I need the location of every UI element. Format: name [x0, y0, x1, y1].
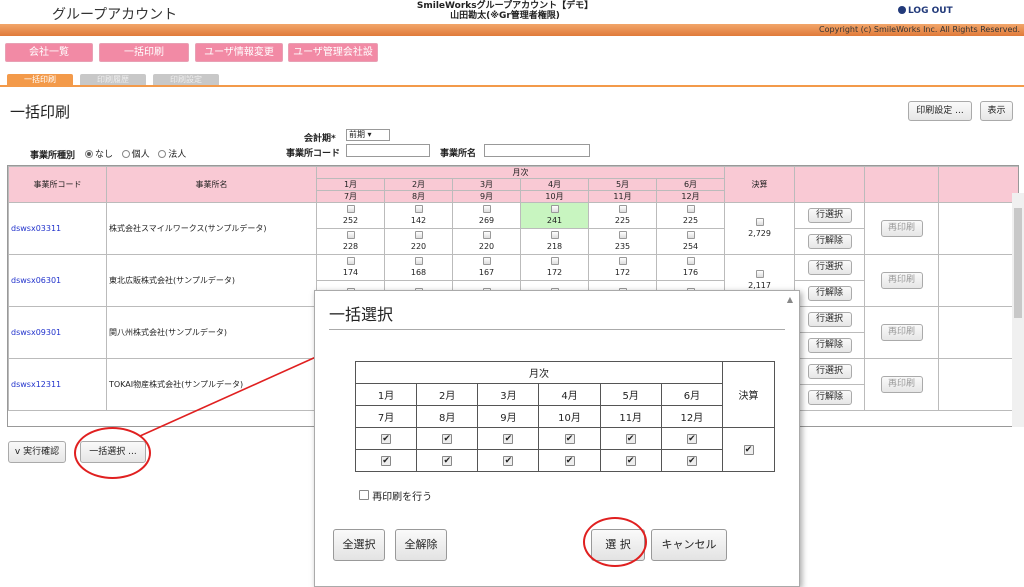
dialog-month-check-cell: ✔: [416, 449, 479, 472]
dialog-month: 5月: [599, 383, 662, 406]
dialog-month-checkbox[interactable]: ✔: [503, 434, 514, 444]
dialog-month-checkbox[interactable]: ✔: [381, 434, 392, 444]
dialog-month-checkbox[interactable]: ✔: [564, 456, 575, 466]
dialog-month: 8月: [416, 405, 479, 428]
dialog-month-check-cell: ✔: [477, 427, 540, 450]
dialog-month: 6月: [660, 383, 724, 406]
bulk-select-dialog: 一括選択 ▲ 月次 決算 1月 2月 3月 4月 5月 6月 7月 8月 9月 10月 11月 12…: [314, 290, 800, 587]
reprint-checkbox[interactable]: [359, 490, 369, 500]
dialog-month-check-cell: ✔: [416, 427, 479, 450]
dialog-month: 7月: [354, 405, 418, 428]
dialog-month-check-cell: ✔: [599, 427, 662, 450]
dialog-month-check-cell: ✔: [538, 449, 601, 472]
select-all-button[interactable]: 全選択: [333, 529, 385, 561]
dialog-month-checkbox[interactable]: ✔: [625, 456, 636, 466]
dialog-month-table: 月次 決算 1月 2月 3月 4月 5月 6月 7月 8月 9月 10月 11月 12月 ✔ ✔ ✔ ✔ ✔…: [354, 361, 775, 472]
dialog-month: 12月: [660, 405, 724, 428]
dialog-check-row-bottom: ✔ ✔ ✔ ✔ ✔ ✔: [354, 449, 775, 472]
dialog-month-checkbox[interactable]: ✔: [686, 434, 697, 444]
dialog-month-check-cell: ✔: [660, 449, 724, 472]
dialog-settle-check-cell: ✔: [722, 427, 775, 472]
dialog-month: 10月: [538, 405, 601, 428]
dialog-month-check-cell: ✔: [354, 427, 418, 450]
dialog-settle-checkbox[interactable]: ✔: [743, 445, 754, 455]
dialog-month-check-cell: ✔: [660, 427, 724, 450]
reprint-label: 再印刷を行う: [372, 492, 433, 503]
dialog-check-row-top: ✔ ✔ ✔ ✔ ✔ ✔ ✔: [354, 427, 775, 472]
dialog-month-checkbox[interactable]: ✔: [442, 434, 453, 444]
dialog-settle-header: 決算: [722, 361, 775, 428]
dialog-month-checkbox[interactable]: ✔: [564, 434, 575, 444]
dialog-month-checkbox[interactable]: ✔: [625, 434, 636, 444]
reprint-option[interactable]: 再印刷を行う: [359, 488, 432, 503]
dialog-monthly-header: 月次: [355, 361, 723, 384]
dialog-month: 9月: [477, 405, 540, 428]
cancel-button[interactable]: キャンセル: [651, 529, 727, 561]
dialog-scroll-up-icon[interactable]: ▲: [787, 295, 793, 304]
dialog-months-top: 1月 2月 3月 4月 5月 6月: [354, 383, 775, 406]
dialog-month-check-cell: ✔: [599, 449, 662, 472]
dialog-month: 2月: [416, 383, 479, 406]
dialog-month-check-cell: ✔: [354, 449, 418, 472]
dialog-months-bottom: 7月 8月 9月 10月 11月 12月: [354, 405, 775, 428]
clear-all-button[interactable]: 全解除: [395, 529, 447, 561]
dialog-divider: [329, 329, 785, 330]
dialog-month-check-cell: ✔: [538, 427, 601, 450]
dialog-month: 4月: [538, 383, 601, 406]
arrow-line: [139, 347, 337, 437]
dialog-month: 1月: [354, 383, 418, 406]
dialog-month-checkbox[interactable]: ✔: [381, 456, 392, 466]
dialog-month-checkbox[interactable]: ✔: [442, 456, 453, 466]
dialog-month-checkbox[interactable]: ✔: [686, 456, 697, 466]
dialog-month: 11月: [599, 405, 662, 428]
dialog-month-check-cell: ✔: [477, 449, 540, 472]
dialog-month: 3月: [477, 383, 540, 406]
dialog-month-checkbox[interactable]: ✔: [503, 456, 514, 466]
annotation-circle-select: [583, 517, 647, 567]
dialog-title: 一括選択: [329, 305, 394, 324]
